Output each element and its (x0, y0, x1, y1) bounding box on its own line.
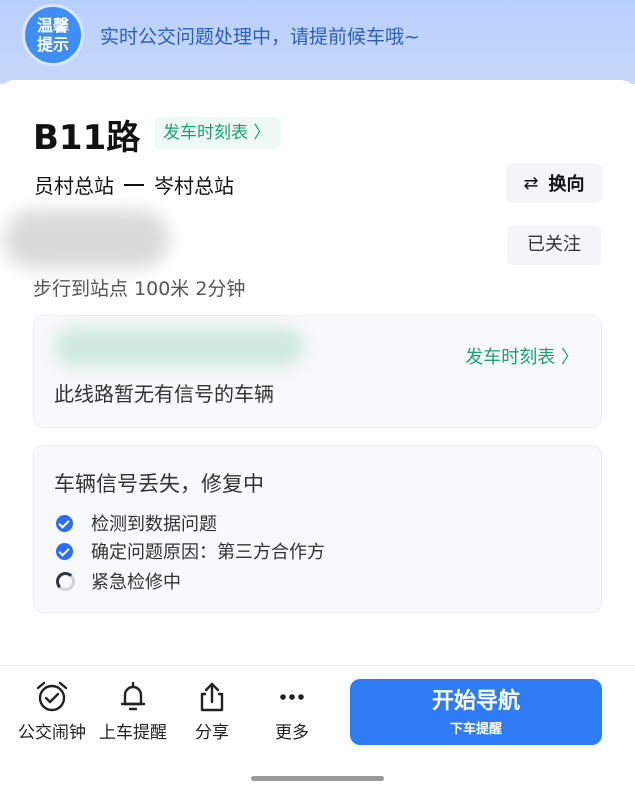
boarding-reminder-label: 上车提醒 (99, 723, 167, 743)
repair-status-title: 车辆信号丢失，修复中 (54, 472, 264, 496)
start-navigation-button[interactable]: 开始导航 下车提醒 (350, 679, 602, 745)
switch-direction-label: 换向 (548, 174, 585, 195)
notice-badge-icon: 温馨 提示 (22, 4, 84, 66)
route-direction: 员村总站 岑村总站 (34, 170, 234, 199)
blurred-station-name (4, 210, 169, 268)
boarding-reminder-button[interactable]: 上车提醒 (93, 680, 173, 743)
switch-direction-button[interactable]: ⇄ 换向 (506, 163, 602, 203)
swap-icon: ⇄ (523, 172, 539, 194)
bell-icon (93, 680, 173, 714)
notice-banner: 温馨 提示 实时公交问题处理中，请提前候车哦~ (0, 0, 635, 84)
vehicle-info-card: 发车时刻表 〉 此线路暂无有信号的车辆 (33, 315, 602, 428)
loading-spinner-icon (56, 571, 75, 591)
more-label: 更多 (275, 723, 309, 743)
badge-line1: 温馨 (36, 16, 69, 35)
check-circle-icon (56, 542, 73, 560)
repair-step-label: 紧急检修中 (91, 572, 181, 593)
repair-status-card: 车辆信号丢失，修复中 检测到数据问题 确定问题原因：第三方合作方 紧急检修中 (33, 445, 602, 613)
repair-step: 紧急检修中 (56, 568, 181, 594)
home-indicator[interactable] (251, 776, 384, 781)
share-icon (172, 680, 252, 714)
direction-arrow-icon (124, 183, 144, 186)
bus-alarm-button[interactable]: 公交闹钟 (12, 680, 92, 743)
repair-step: 确定问题原因：第三方合作方 (56, 538, 325, 564)
check-circle-icon (56, 514, 73, 532)
alight-reminder-label: 下车提醒 (449, 722, 502, 737)
no-signal-message: 此线路暂无有信号的车辆 (54, 382, 274, 406)
terminal-station: 岑村总站 (154, 174, 234, 198)
share-label: 分享 (195, 723, 229, 743)
start-navigation-label: 开始导航 (431, 689, 520, 714)
blurred-arrival-info (54, 328, 304, 366)
badge-line2: 提示 (36, 35, 69, 54)
origin-station: 员村总站 (34, 174, 114, 198)
follow-button[interactable]: 已关注 (507, 225, 601, 265)
schedule-button[interactable]: 发车时刻表 〉 (155, 117, 281, 149)
notice-message: 实时公交问题处理中，请提前候车哦~ (100, 26, 420, 48)
card-schedule-link[interactable]: 发车时刻表 〉 (465, 343, 579, 369)
more-button[interactable]: 更多 (252, 680, 332, 743)
share-button[interactable]: 分享 (172, 680, 252, 743)
more-icon (252, 680, 332, 714)
route-name: B11路 (33, 118, 141, 158)
repair-step-label: 检测到数据问题 (91, 514, 217, 535)
repair-step-label: 确定问题原因：第三方合作方 (91, 542, 325, 563)
walk-distance-info: 步行到站点 100米 2分钟 (33, 278, 246, 300)
bus-alarm-label: 公交闹钟 (18, 723, 86, 743)
repair-step: 检测到数据问题 (56, 510, 217, 536)
alarm-clock-icon (12, 680, 92, 714)
